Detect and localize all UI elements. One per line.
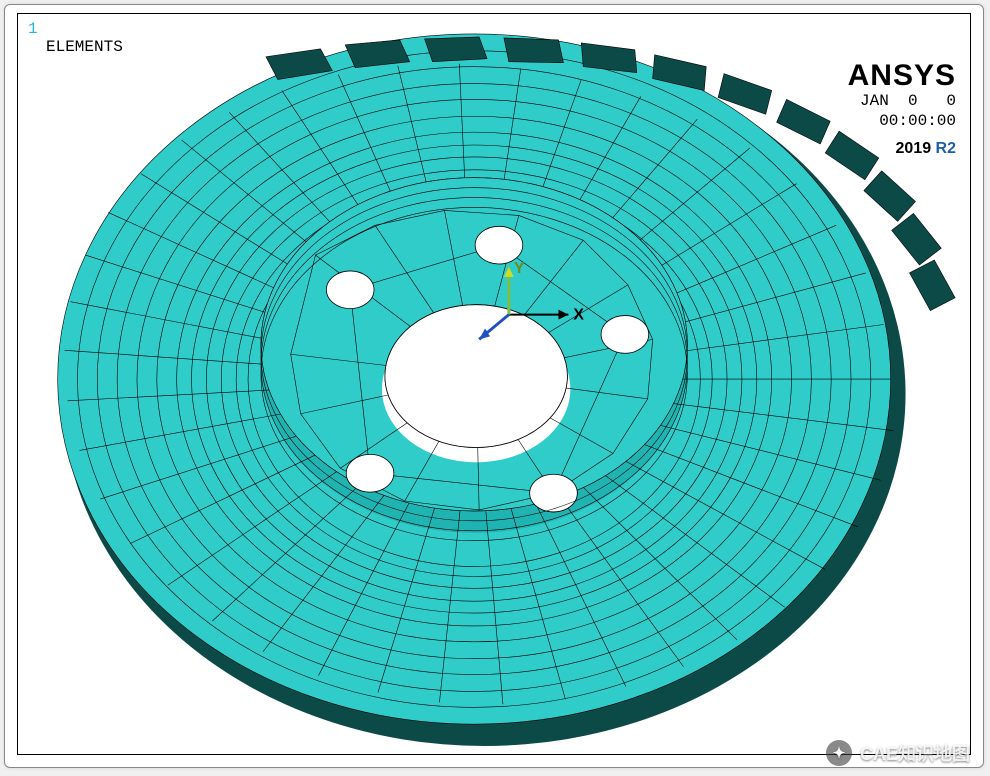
model-mesh[interactable]: X Y xyxy=(18,14,970,754)
svg-text:Y: Y xyxy=(514,260,525,277)
wechat-icon: ✦ xyxy=(826,740,852,766)
window-frame: 1 ELEMENTS ANSYS 2019 R2 JAN 0 0 00:00:0… xyxy=(4,4,984,768)
watermark-text: CAE知识地图 xyxy=(860,740,970,766)
svg-text:X: X xyxy=(573,307,584,324)
graphics-viewport[interactable]: 1 ELEMENTS ANSYS 2019 R2 JAN 0 0 00:00:0… xyxy=(17,13,971,755)
watermark: ✦ CAE知识地图 xyxy=(826,740,970,766)
